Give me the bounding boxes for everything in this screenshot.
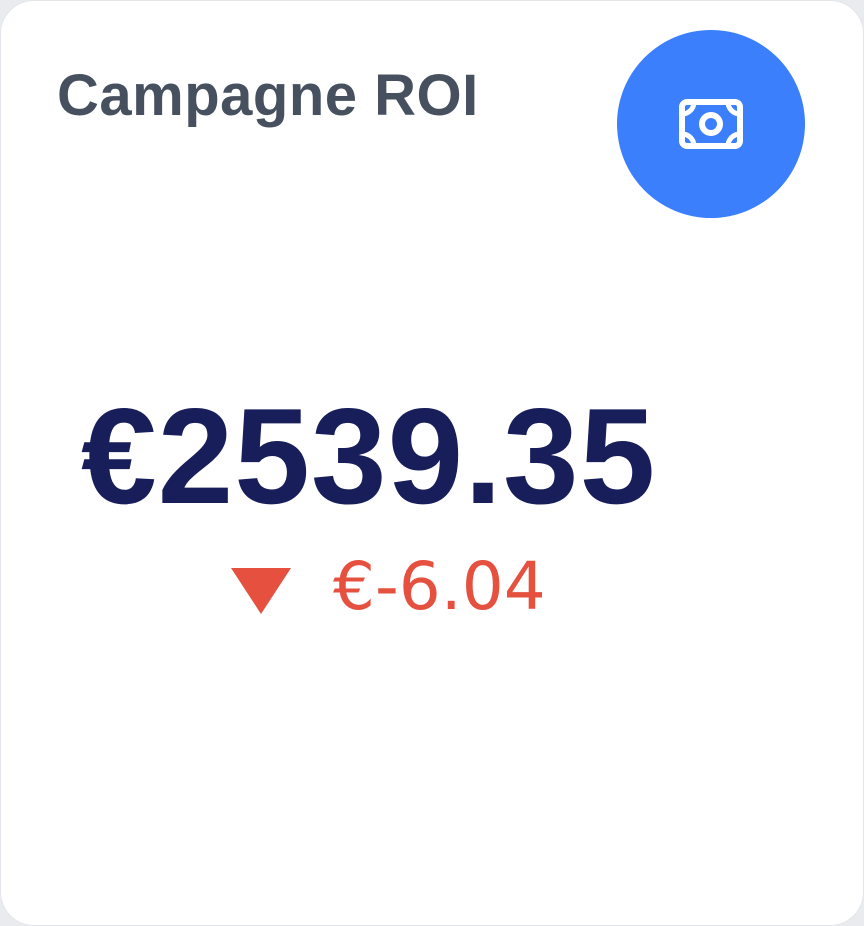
cash-icon-badge (617, 30, 805, 218)
roi-card: Campagne ROI €2539.35 €-6.04 (0, 0, 864, 926)
card-title: Campagne ROI (57, 63, 479, 128)
roi-value: €2539.35 (81, 380, 657, 532)
triangle-down-icon (231, 568, 291, 614)
roi-change-value: €-6.04 (333, 548, 546, 625)
cash-icon (679, 99, 743, 149)
roi-change: €-6.04 (231, 549, 546, 625)
